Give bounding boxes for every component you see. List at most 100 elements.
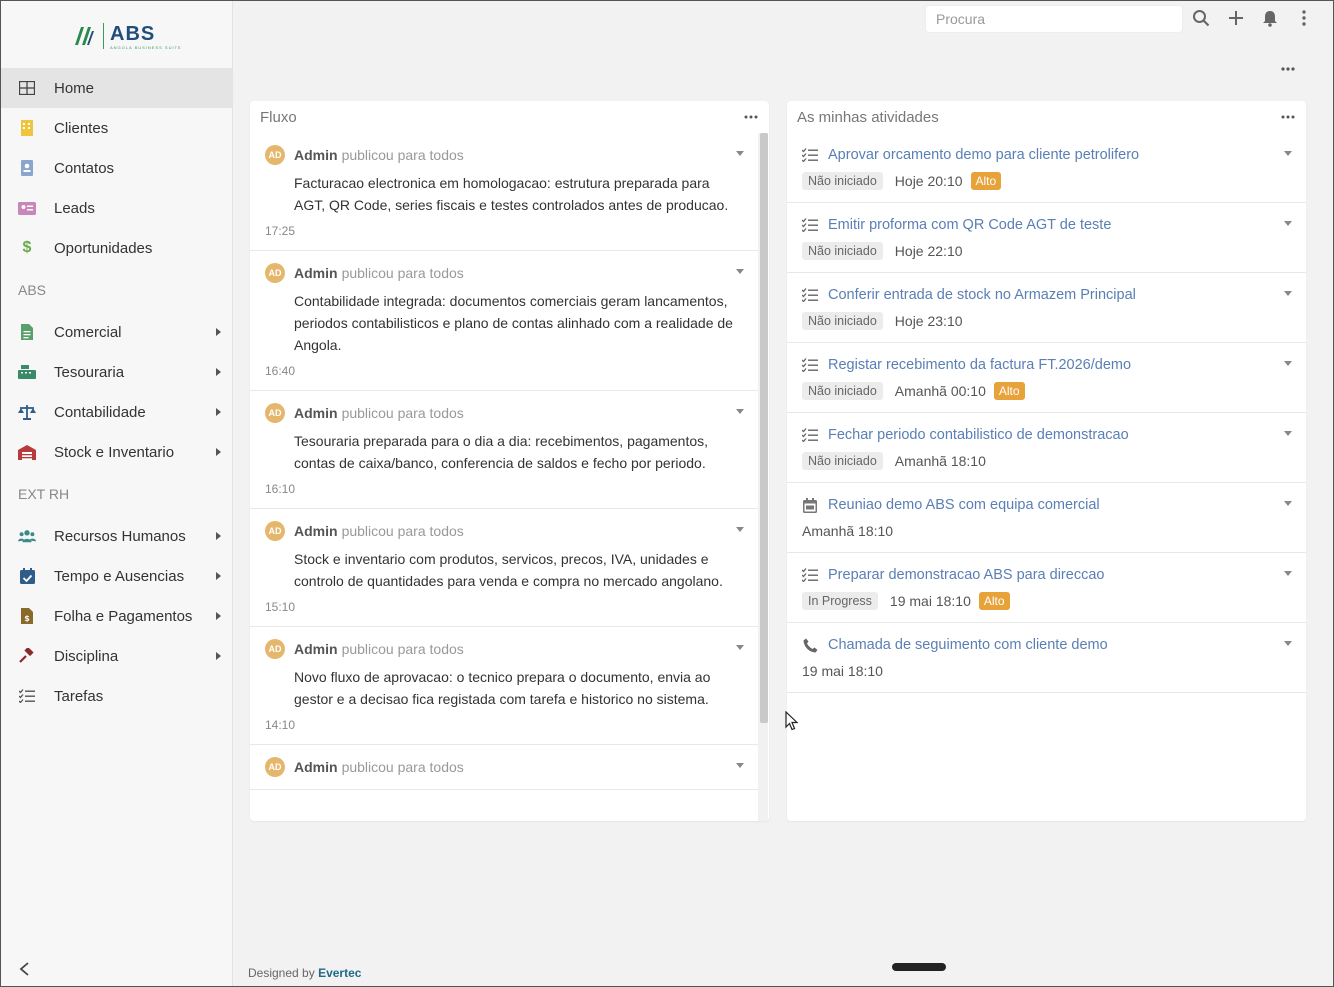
activity-item: Reuniao demo ABS com equipa comercial Am… — [787, 483, 1306, 553]
feed-scrollbar[interactable] — [758, 133, 768, 821]
sidebar-item-disciplina[interactable]: Disciplina — [1, 636, 233, 676]
sidebar-item-contatos[interactable]: Contatos — [1, 148, 233, 188]
dropdown-caret-icon[interactable] — [1284, 431, 1292, 436]
avatar[interactable]: AD — [265, 639, 285, 659]
task-icon — [802, 147, 818, 163]
collapse-sidebar-icon[interactable] — [18, 961, 32, 977]
activity-date: Hoje 22:10 — [894, 243, 963, 259]
activity-title-link[interactable]: Registar recebimento da factura FT.2026/… — [828, 357, 1131, 373]
payroll-icon: $ — [18, 607, 36, 625]
status-badge: In Progress — [802, 592, 878, 610]
post-time[interactable]: 16:10 — [265, 482, 742, 496]
dollar-icon: $ — [22, 239, 32, 256]
dropdown-caret-icon[interactable] — [736, 269, 744, 274]
sidebar-item-tempo-ausencias[interactable]: Tempo e Ausencias — [1, 556, 233, 596]
sidebar-nav: Home Clientes Contatos Leads $ Oportunid… — [1, 68, 233, 716]
dashboard-menu-icon[interactable] — [1280, 61, 1296, 77]
footer-brand-link[interactable]: Evertec — [318, 966, 361, 980]
sidebar-item-leads[interactable]: Leads — [1, 188, 233, 228]
app-logo[interactable]: ABS ANGOLA BUSINESS SUITE — [71, 19, 182, 53]
sidebar-item-recursos-humanos[interactable]: Recursos Humanos — [1, 516, 233, 556]
avatar[interactable]: AD — [265, 757, 285, 777]
bell-icon[interactable] — [1261, 9, 1279, 27]
activity-title-link[interactable]: Preparar demonstracao ABS para direccao — [828, 567, 1104, 583]
mouse-cursor-icon — [785, 711, 799, 731]
priority-badge: Alto — [978, 592, 1010, 610]
bottom-drag-handle[interactable] — [892, 963, 946, 971]
plus-icon[interactable] — [1227, 9, 1245, 27]
dropdown-caret-icon[interactable] — [736, 527, 744, 532]
footer: Designed by Evertec — [248, 966, 361, 980]
activity-title-link[interactable]: Emitir proforma com QR Code AGT de teste — [828, 217, 1111, 233]
author-link[interactable]: Admin — [294, 759, 338, 775]
avatar[interactable]: AD — [265, 403, 285, 423]
expand-caret-icon — [216, 612, 221, 620]
author-link[interactable]: Admin — [294, 641, 338, 657]
search-input[interactable] — [925, 5, 1183, 33]
activity-title-link[interactable]: Chamada de seguimento com cliente demo — [828, 637, 1108, 653]
sidebar-item-comercial[interactable]: Comercial — [1, 312, 233, 352]
activity-date: Amanhã 00:10 — [894, 383, 986, 399]
status-badge: Não iniciado — [802, 312, 883, 330]
dropdown-caret-icon[interactable] — [736, 409, 744, 414]
sidebar-item-contabilidade[interactable]: Contabilidade — [1, 392, 233, 432]
logo-tagline: ANGOLA BUSINESS SUITE — [110, 44, 182, 50]
post-time[interactable]: 15:10 — [265, 600, 742, 614]
panel-menu-icon[interactable] — [1280, 111, 1296, 123]
sidebar-item-oportunidades[interactable]: $ Oportunidades — [1, 228, 233, 268]
dropdown-caret-icon[interactable] — [1284, 151, 1292, 156]
logo-text: ABS — [110, 22, 156, 45]
expand-caret-icon — [216, 408, 221, 416]
dropdown-caret-icon[interactable] — [1284, 221, 1292, 226]
sidebar-item-clientes[interactable]: Clientes — [1, 108, 233, 148]
author-link[interactable]: Admin — [294, 523, 338, 539]
sidebar-item-label: Folha e Pagamentos — [54, 607, 193, 625]
activity-title-link[interactable]: Fechar periodo contabilistico de demonst… — [828, 427, 1129, 443]
kebab-menu-icon[interactable] — [1295, 9, 1313, 27]
avatar[interactable]: AD — [265, 263, 285, 283]
feed-item: AD Admin publicou para todos Contabilida… — [250, 251, 758, 391]
sidebar-item-home[interactable]: Home — [1, 68, 233, 108]
status-badge: Não iniciado — [802, 242, 883, 260]
post-time[interactable]: 17:25 — [265, 224, 742, 238]
dropdown-caret-icon[interactable] — [1284, 641, 1292, 646]
dropdown-caret-icon[interactable] — [1284, 291, 1292, 296]
author-link[interactable]: Admin — [294, 265, 338, 281]
sidebar-item-label: Oportunidades — [54, 239, 153, 257]
sidebar-item-tarefas[interactable]: Tarefas — [1, 676, 233, 716]
activity-title-link[interactable]: Reuniao demo ABS com equipa comercial — [828, 497, 1100, 513]
scrollbar-thumb[interactable] — [760, 133, 768, 723]
author-link[interactable]: Admin — [294, 147, 338, 163]
dropdown-caret-icon[interactable] — [736, 645, 744, 650]
activity-title-link[interactable]: Aprovar orcamento demo para cliente petr… — [828, 147, 1139, 163]
dropdown-caret-icon[interactable] — [736, 151, 744, 156]
sidebar-item-folha-pagamentos[interactable]: $ Folha e Pagamentos — [1, 596, 233, 636]
panel-menu-icon[interactable] — [743, 111, 759, 123]
sidebar-item-stock[interactable]: Stock e Inventario — [1, 432, 233, 472]
dropdown-caret-icon[interactable] — [1284, 501, 1292, 506]
dropdown-caret-icon[interactable] — [1284, 361, 1292, 366]
calendar-icon — [802, 497, 818, 513]
avatar[interactable]: AD — [265, 145, 285, 165]
logo-separator — [103, 23, 104, 49]
phone-icon — [802, 637, 818, 653]
sidebar-item-label: Comercial — [54, 323, 122, 341]
author-link[interactable]: Admin — [294, 405, 338, 421]
dropdown-caret-icon[interactable] — [736, 763, 744, 768]
sidebar: ABS ANGOLA BUSINESS SUITE Home Clientes … — [1, 1, 233, 986]
avatar[interactable]: AD — [265, 521, 285, 541]
footer-prefix: Designed by — [248, 966, 315, 980]
post-target: publicou para todos — [341, 265, 464, 281]
activity-title-link[interactable]: Conferir entrada de stock no Armazem Pri… — [828, 287, 1136, 303]
search-icon[interactable] — [1192, 9, 1210, 27]
sidebar-item-tesouraria[interactable]: Tesouraria — [1, 352, 233, 392]
sidebar-item-label: Recursos Humanos — [54, 527, 186, 545]
expand-caret-icon — [216, 532, 221, 540]
activity-item: Chamada de seguimento com cliente demo 1… — [787, 623, 1306, 693]
sidebar-item-label: Tarefas — [54, 687, 104, 705]
post-time[interactable]: 16:40 — [265, 364, 742, 378]
dropdown-caret-icon[interactable] — [1284, 571, 1292, 576]
post-time[interactable]: 14:10 — [265, 718, 742, 732]
task-icon — [802, 357, 818, 373]
expand-caret-icon — [216, 448, 221, 456]
